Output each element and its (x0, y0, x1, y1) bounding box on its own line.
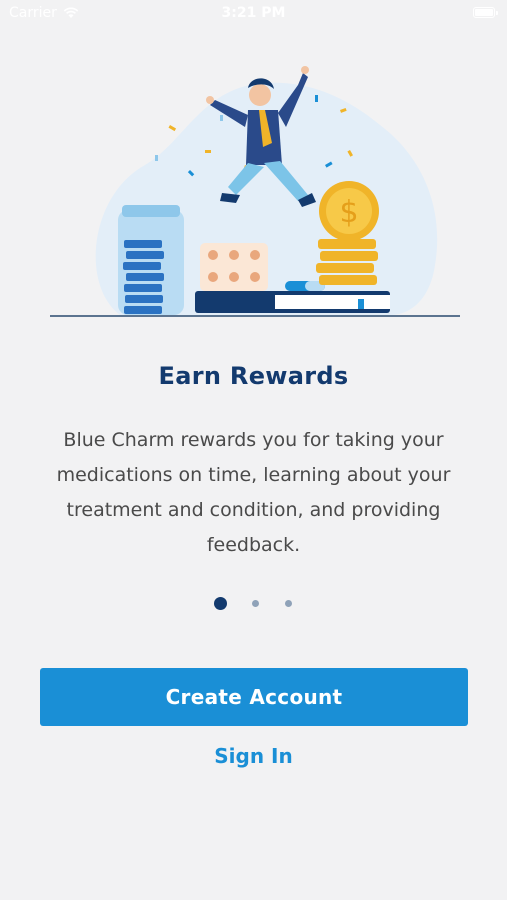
status-time: 3:21 PM (221, 5, 286, 21)
page-title: Earn Rewards (158, 362, 349, 390)
svg-text:$: $ (339, 195, 358, 230)
description-text: Blue Charm rewards you for taking your m… (56, 429, 451, 556)
page-dot-1[interactable] (214, 597, 227, 610)
page-dot-3[interactable] (285, 600, 292, 607)
page-indicator[interactable] (0, 597, 507, 610)
status-bar: Carrier 3:21 PM (0, 0, 507, 28)
create-account-button[interactable]: Create Account (40, 668, 468, 726)
battery-icon (473, 7, 498, 18)
page-dot-2[interactable] (252, 600, 259, 607)
sign-in-link[interactable]: Sign In (0, 744, 507, 768)
rewards-illustration: $ (50, 66, 460, 317)
